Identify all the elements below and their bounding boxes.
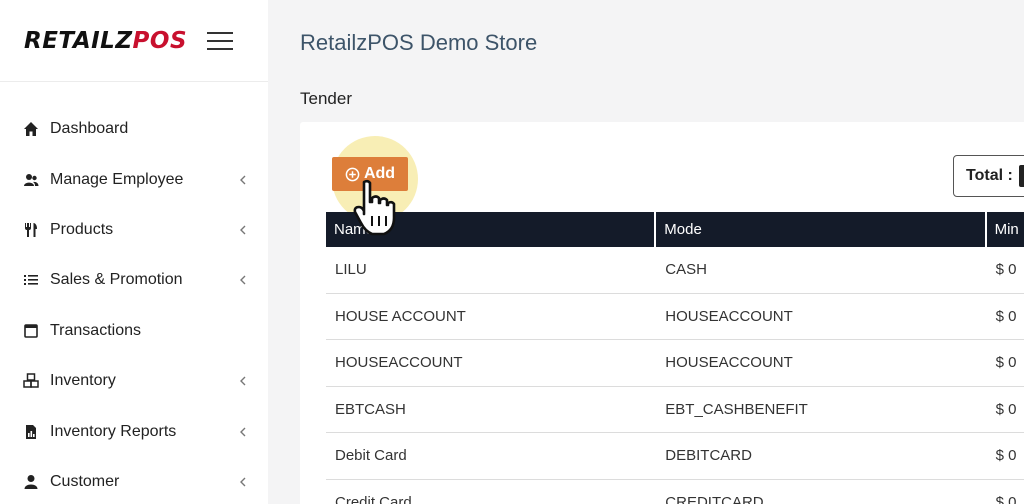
sidebar-nav: Dashboard Manage Employee Products Sales… [0,82,268,504]
total-label: Total : [966,167,1013,184]
table-row[interactable]: HOUSEACCOUNT HOUSEACCOUNT $ 0 [326,340,1024,387]
window-icon [22,322,40,340]
sidebar-item-label: Transactions [50,321,141,339]
sidebar-item-label: Inventory Reports [50,422,177,440]
sidebar-item-products[interactable]: Products [0,205,268,255]
cubes-icon [22,372,40,390]
cell-min: $ 0 [995,447,1017,465]
chevron-left-icon [238,477,248,487]
cell-mode: CASH [665,261,707,279]
app-logo[interactable]: RETAILZPOS [24,28,187,54]
plus-circle-icon [345,167,360,181]
sidebar-item-inventory-reports[interactable]: Inventory Reports [0,406,268,456]
table-row[interactable]: Credit Card CREDITCARD $ 0 [326,479,1024,504]
sidebar-item-label: Inventory [50,372,116,390]
cell-min: $ 0 [995,261,1017,279]
tender-table: Name Mode Min LILU CASH $ 0 HOUSE ACCOUN… [326,212,1024,504]
chevron-left-icon [238,427,248,437]
cell-mode: DEBITCARD [665,447,752,465]
sidebar-item-label: Products [50,220,114,238]
cell-mode: CREDITCARD [665,493,764,504]
hamburger-menu-icon[interactable] [207,31,234,50]
table-row[interactable]: LILU CASH $ 0 [326,247,1024,294]
cell-min: $ 0 [995,307,1017,325]
sidebar-item-inventory[interactable]: Inventory [0,356,268,406]
users-icon [22,171,40,189]
cell-name: Credit Card [335,493,412,504]
sidebar: RETAILZPOS Dashboard Manage Employee Pro… [0,0,268,504]
add-button-label: Add [363,165,396,182]
cell-name: HOUSEACCOUNT [335,354,463,372]
store-title: RetailzPOS Demo Store [300,30,538,55]
cell-min: $ 0 [995,354,1017,372]
column-header-mode[interactable]: Mode [656,212,987,247]
list-icon [22,271,40,289]
cell-mode: HOUSEACCOUNT [665,354,793,372]
page-title: Tender [300,89,352,108]
sidebar-item-label: Sales & Promotion [50,271,183,289]
table-header: Name Mode Min [326,212,1024,247]
logo-accent-text: POS [132,27,188,54]
table-row[interactable]: Debit Card DEBITCARD $ 0 [326,433,1024,480]
sidebar-item-dashboard[interactable]: Dashboard [0,104,268,154]
add-button[interactable]: Add [332,157,408,191]
cell-name: Debit Card [335,447,407,465]
table-row[interactable]: EBTCASH EBT_CASHBENEFIT $ 0 [326,386,1024,433]
total-count-badge [1018,165,1024,187]
cell-min: $ 0 [995,400,1017,418]
chevron-left-icon [238,225,248,235]
sidebar-item-transactions[interactable]: Transactions [0,306,268,356]
chevron-left-icon [238,175,248,185]
cell-min: $ 0 [995,493,1017,504]
user-icon [22,473,40,491]
home-icon [22,120,40,138]
sidebar-item-customer[interactable]: Customer [0,457,268,504]
sidebar-item-label: Manage Employee [50,170,184,188]
sidebar-item-label: Customer [50,472,120,490]
cell-name: EBTCASH [335,400,406,418]
table-row[interactable]: HOUSE ACCOUNT HOUSEACCOUNT $ 0 [326,293,1024,340]
utensils-icon [22,221,40,239]
logo-text: RETAILZ [24,27,133,54]
cell-name: HOUSE ACCOUNT [335,307,466,325]
column-header-name[interactable]: Name [326,212,657,247]
brand-bar: RETAILZPOS [0,0,268,82]
cell-mode: EBT_CASHBENEFIT [665,400,808,418]
cell-name: LILU [335,261,367,279]
chevron-left-icon [238,376,248,386]
column-header-min[interactable]: Min [987,212,1024,247]
main-content: RetailzPOS Demo Store Tender Add Total :… [268,0,1024,504]
total-box: Total : [953,155,1024,197]
sidebar-item-manage-employee[interactable]: Manage Employee [0,154,268,204]
chevron-left-icon [238,275,248,285]
sidebar-item-label: Dashboard [50,120,129,138]
report-icon [22,423,40,441]
sidebar-item-sales-promotion[interactable]: Sales & Promotion [0,255,268,305]
cell-mode: HOUSEACCOUNT [665,307,793,325]
